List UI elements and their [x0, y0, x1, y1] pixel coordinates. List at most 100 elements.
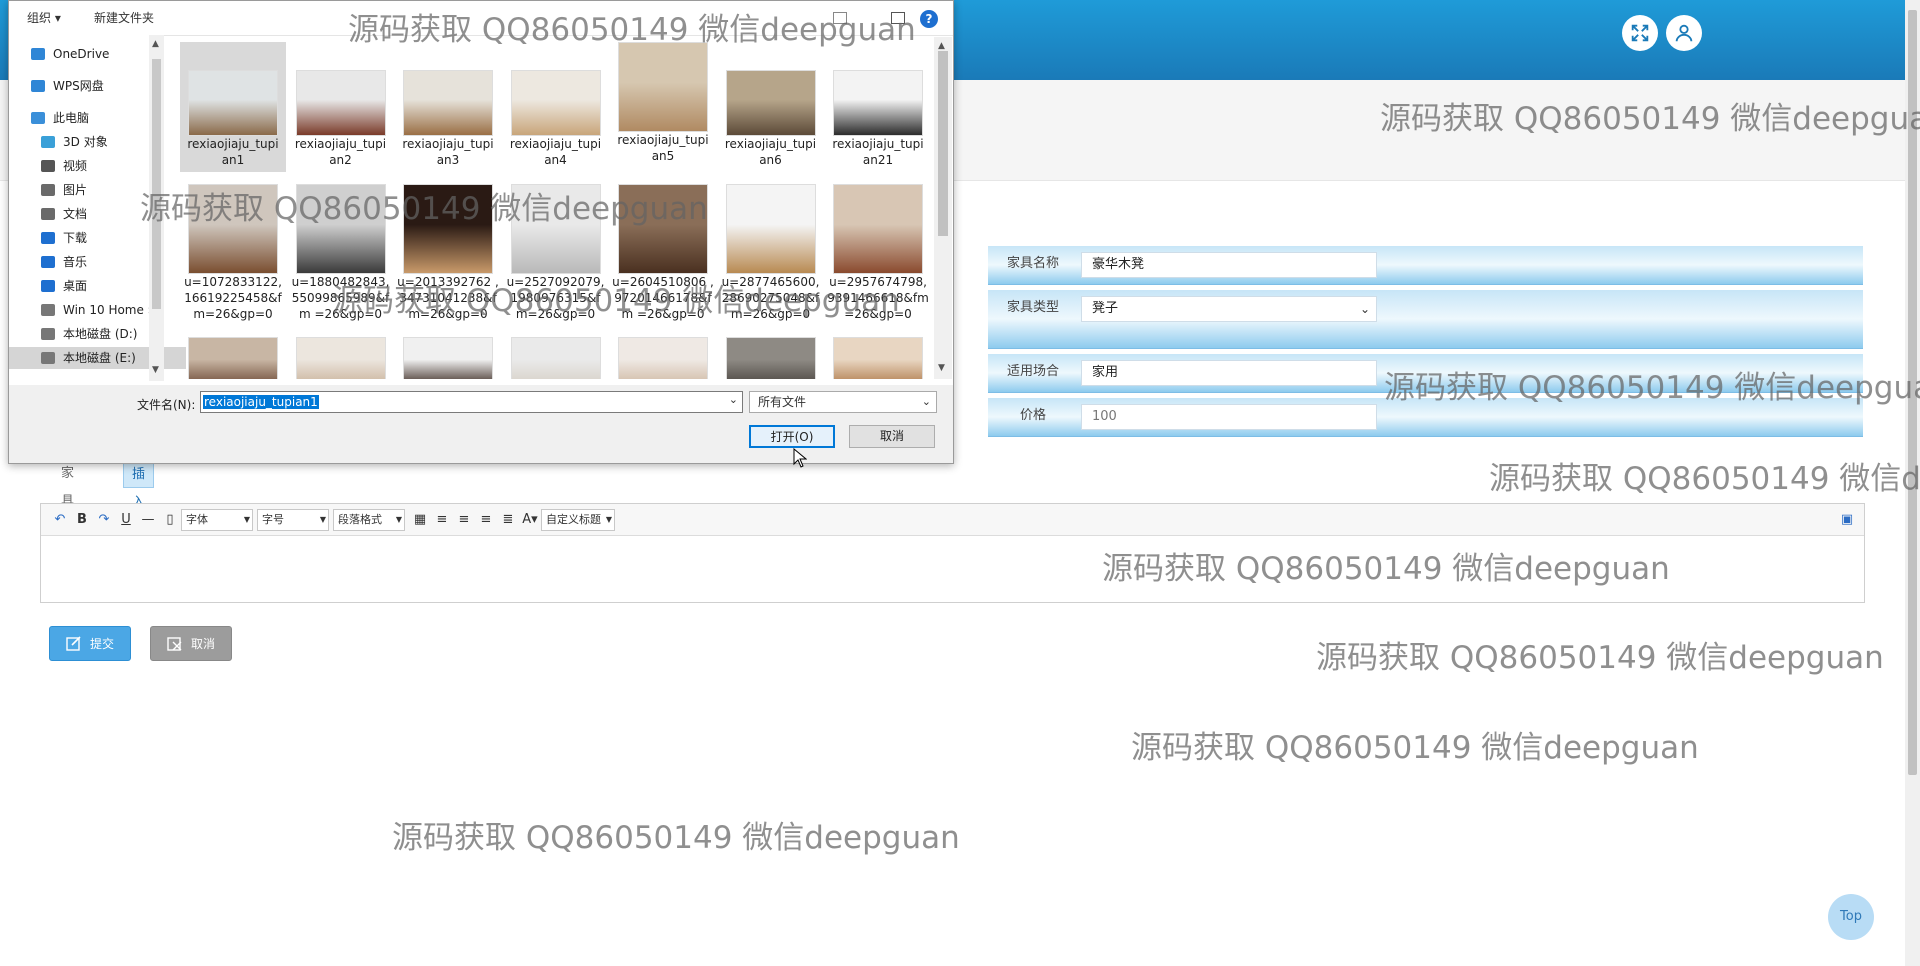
fullscreen-icon[interactable] [1622, 15, 1658, 51]
chevron-down-icon: ⌄ [1359, 302, 1370, 316]
table-icon[interactable]: ▦ [409, 509, 431, 531]
type-select[interactable]: 凳子 ⌄ [1081, 296, 1377, 322]
scroll-up-icon[interactable]: ▲ [152, 39, 159, 49]
file-name-label: u=1072833122, 16619225458&f m=26&gp=0 [184, 275, 282, 321]
nav-item-label: Win 10 Home › [63, 303, 153, 317]
caret-down-icon: ▼ [319, 514, 326, 524]
align-right-icon[interactable]: ≡ [453, 509, 475, 531]
name-field[interactable]: 豪华木凳 [1081, 252, 1377, 278]
form-row-name: 家具名称 豪华木凳 [988, 246, 1863, 285]
open-button[interactable]: 打开(O) [749, 425, 835, 448]
field-label-name: 家具名称 [1006, 256, 1059, 271]
organize-button[interactable]: 组织 ▾ [27, 9, 61, 26]
file-type-select[interactable]: 所有文件 ⌄ [749, 391, 937, 413]
paragraph-format-select[interactable]: 段落格式 ▼ [333, 508, 405, 531]
image-thumbnail-icon [725, 337, 816, 379]
watermark-text: 源码获取 QQ86050149 微信deepguan [1316, 640, 1884, 676]
watermark-text: 源码获取 QQ86050149 微信deepguan [1380, 101, 1920, 137]
tab-insert-image[interactable]: 插入图片 [123, 460, 155, 566]
watermark-text: 源码获取 QQ86050149 微信deepguan [348, 12, 916, 48]
file-name-label: rexiaojiaju_tupi an3 [402, 137, 494, 167]
filename-input[interactable]: rexiaojiaju_tupian1 ⌄ [200, 391, 743, 413]
new-folder-button[interactable]: 新建文件夹 [94, 9, 154, 26]
watermark-text: 源码获取 QQ86050149 微信deepguan [1489, 461, 1920, 497]
video-icon [41, 160, 55, 172]
download-icon [41, 232, 55, 244]
file-thumbnail[interactable]: rexiaojiaju_tupi an1 [180, 42, 286, 172]
scroll-down-icon[interactable]: ▼ [938, 363, 945, 373]
watermark-text: 源码获取 QQ86050149 微信deepguan [1102, 551, 1670, 587]
occasion-field[interactable]: 家用 [1081, 360, 1377, 386]
font-family-select-label: 字体 [186, 512, 208, 526]
image-thumbnail-icon [510, 337, 601, 379]
image-thumbnail-icon [833, 337, 923, 379]
cancel-button[interactable]: 取消 [150, 626, 232, 661]
file-thumbnail[interactable]: rexiaojiaju_tupi an2 [288, 42, 394, 172]
scroll-up-icon[interactable]: ▲ [938, 41, 945, 51]
source-code-icon[interactable]: ▣ [1836, 509, 1858, 531]
cloud-icon [31, 80, 45, 92]
custom-title-select[interactable]: 自定义标题 ▼ [541, 508, 615, 531]
type-select-value: 凳子 [1092, 301, 1119, 316]
image-thumbnail-icon [618, 42, 708, 132]
filename-value: rexiaojiaju_tupian1 [203, 395, 319, 409]
underline-icon[interactable]: U [115, 509, 137, 531]
nav-item-label: 文档 [63, 207, 88, 221]
file-thumbnail[interactable] [288, 333, 394, 379]
file-thumbnail[interactable]: rexiaojiaju_tupi an6 [718, 42, 824, 172]
file-thumbnail[interactable]: rexiaojiaju_tupi an21 [825, 42, 931, 172]
nav-item[interactable]: WPS网盘 [9, 75, 171, 97]
redo-icon[interactable]: ↷ [93, 509, 115, 531]
music-icon [41, 256, 55, 268]
horizontal-rule-icon[interactable]: — [137, 509, 159, 531]
submit-button-label: 提交 [89, 637, 114, 651]
help-icon[interactable]: ? [920, 10, 938, 28]
file-thumbnail[interactable]: rexiaojiaju_tupi an5 [610, 42, 716, 172]
back-to-top-button[interactable]: Top [1828, 894, 1874, 940]
font-size-select[interactable]: 字号 ▼ [257, 508, 329, 531]
cancel-button-label: 取消 [190, 637, 215, 651]
file-thumbnail[interactable] [610, 333, 716, 379]
price-field[interactable]: 100 [1081, 404, 1377, 430]
bold-icon[interactable]: B [71, 509, 93, 531]
file-thumbnail[interactable] [503, 333, 609, 379]
image-thumbnail-icon [833, 70, 923, 136]
nav-item[interactable]: 此电脑 [9, 107, 171, 129]
file-thumbnail[interactable] [825, 333, 931, 379]
file-type-value: 所有文件 [758, 395, 807, 409]
file-name-label: rexiaojiaju_tupi an1 [187, 137, 279, 167]
user-icon[interactable] [1666, 15, 1702, 51]
align-justify-icon[interactable]: ≣ [497, 509, 519, 531]
page-icon[interactable]: ▯ [159, 509, 181, 531]
file-thumbnail[interactable] [180, 333, 286, 379]
tab-furniture-detail[interactable]: 家具详情 [53, 460, 82, 565]
dialog-cancel-button[interactable]: 取消 [849, 425, 935, 448]
image-thumbnail-icon [403, 70, 493, 136]
file-grid-scrollbar-thumb[interactable] [938, 51, 948, 236]
nav-item[interactable]: OneDrive [9, 43, 171, 65]
image-thumbnail-icon [725, 184, 816, 274]
image-thumbnail-icon [618, 337, 708, 379]
desktop-icon [41, 280, 55, 292]
file-name-label: rexiaojiaju_tupi an5 [617, 133, 709, 163]
chevron-down-icon: ⌄ [921, 395, 931, 408]
undo-icon[interactable]: ↶ [49, 509, 71, 531]
edit-icon [66, 635, 81, 651]
file-thumbnail[interactable]: rexiaojiaju_tupi an3 [395, 42, 501, 172]
file-thumbnail[interactable] [718, 333, 824, 379]
file-thumbnail[interactable] [395, 333, 501, 379]
align-left-icon[interactable]: ≡ [431, 509, 453, 531]
align-center-icon[interactable]: ≡ [475, 509, 497, 531]
submit-button[interactable]: 提交 [49, 626, 131, 661]
computer-icon [31, 112, 45, 124]
font-color-icon[interactable]: A▾ [519, 509, 541, 531]
pictures-icon [41, 184, 55, 196]
watermark-text: 源码获取 QQ86050149 微信deepguan [332, 283, 900, 319]
scroll-down-icon[interactable]: ▼ [152, 365, 159, 375]
nav-item-label: 下载 [63, 231, 88, 245]
file-name-label: rexiaojiaju_tupi an4 [509, 137, 602, 167]
font-family-select[interactable]: 字体 ▼ [181, 508, 253, 531]
paragraph-format-select-label: 段落格式 [338, 512, 382, 526]
chevron-down-icon[interactable]: ⌄ [729, 393, 738, 406]
file-thumbnail[interactable]: rexiaojiaju_tupi an4 [503, 42, 609, 172]
